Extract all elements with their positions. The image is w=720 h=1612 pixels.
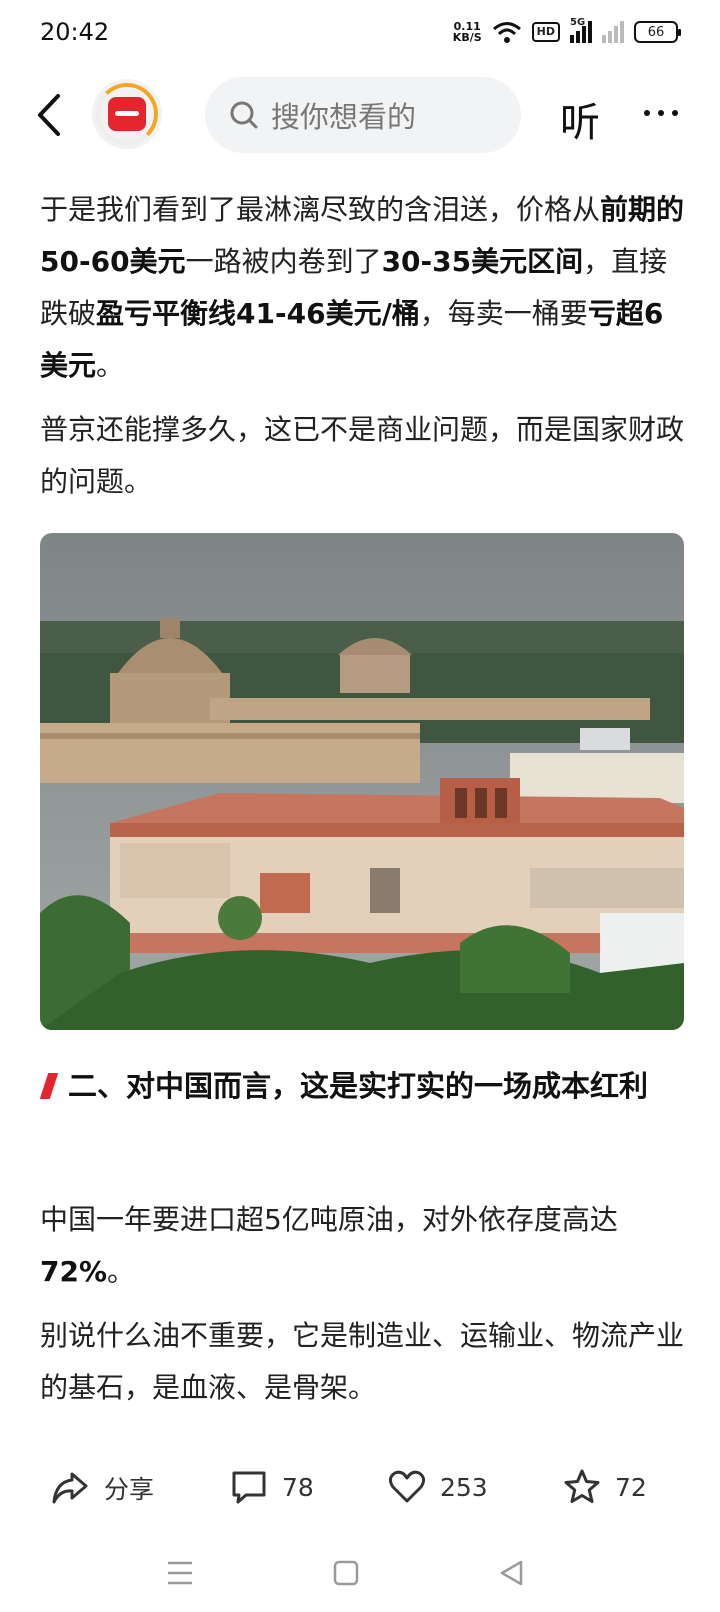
status-bar: 20:42 0.11 KB/S HD 5G 66: [0, 0, 720, 62]
section-heading-text: 二、对中国而言，这是实打实的一场成本红利: [68, 1069, 649, 1103]
heading-accent-mark: [39, 1073, 59, 1099]
like-button[interactable]: 253: [388, 1468, 488, 1506]
wifi-icon: [492, 22, 521, 43]
text-span: 中国一年要进口超5亿吨原油，对外依存度高达: [40, 1203, 618, 1236]
hd-icon: HD: [531, 22, 560, 42]
bold-span: 72%: [40, 1255, 108, 1288]
listen-button[interactable]: 听: [560, 90, 600, 148]
status-time: 20:42: [40, 18, 110, 46]
article-body-top: 于是我们看到了最淋漓尽致的含泪送，价格从前期的50-60美元一路被内卷到了30-…: [40, 184, 688, 520]
paragraph-putin: 普京还能撑多久，这已不是商业问题，而是国家财政的问题。: [40, 413, 685, 498]
paragraph-china-import: 中国一年要进口超5亿吨原油，对外依存度高达 72%。: [40, 1194, 688, 1298]
search-icon: [230, 101, 258, 129]
share-icon: [52, 1472, 88, 1504]
search-bar[interactable]: 搜你想看的: [205, 77, 521, 153]
section-heading: 二、对中国而言，这是实打实的一场成本红利: [39, 1060, 688, 1112]
menu-icon[interactable]: [166, 1558, 194, 1588]
more-button[interactable]: [644, 110, 678, 116]
favorite-count: 72: [615, 1472, 647, 1502]
paragraph-price: 于是我们看到了最淋漓尽致的含泪送，价格从前期的50-60美元一路被内卷到了30-…: [40, 184, 688, 392]
share-label: 分享: [104, 1475, 155, 1504]
network-speed-unit: KB/S: [452, 31, 482, 44]
system-navigation-bar: [0, 1548, 720, 1598]
network-speed: 0.11 KB/S: [453, 21, 482, 43]
text-span: 于是我们看到了最淋漓尽致的含泪送，价格从: [40, 193, 601, 226]
share-button[interactable]: 分享: [50, 1468, 154, 1508]
star-icon: [564, 1469, 600, 1503]
back-triangle-icon[interactable]: [497, 1558, 527, 1588]
article-body-bottom: 中国一年要进口超5亿吨原油，对外依存度高达 72%。 别说什么油不重要，它是制造业…: [40, 1194, 688, 1426]
comment-icon: [232, 1471, 266, 1504]
favorite-button[interactable]: 72: [563, 1468, 647, 1506]
app-logo-icon: [108, 97, 146, 131]
text-span: 。: [107, 1255, 136, 1288]
status-icons: 0.11 KB/S HD 5G 66: [453, 17, 681, 46]
top-navigation: 搜你想看的 听: [0, 72, 720, 158]
paragraph-oil-importance: 别说什么油不重要，它是制造业、运输业、物流产业的基石，是血液、是骨架。: [40, 1319, 685, 1404]
back-arrow-icon: [38, 94, 60, 136]
app-logo-avatar[interactable]: [92, 79, 162, 149]
comment-button[interactable]: 78: [230, 1468, 314, 1506]
heart-icon: [388, 1470, 426, 1503]
text-span: 一路被内卷到了: [185, 245, 382, 278]
text-span: ，每卖一桶要: [419, 297, 588, 330]
signal-secondary-icon: [602, 21, 624, 43]
network-type-label: 5G: [570, 17, 586, 28]
more-dot: [672, 110, 678, 116]
parliament-building-image: [40, 533, 684, 1030]
article-photo[interactable]: [40, 533, 684, 1030]
more-dot: [644, 110, 650, 116]
comment-count: 78: [282, 1472, 314, 1502]
battery-icon: 66: [634, 21, 681, 43]
bold-span: 30-35美元区间: [381, 245, 584, 278]
action-bar: 分享 78 253 72: [0, 1458, 720, 1528]
search-placeholder: 搜你想看的: [271, 100, 417, 134]
like-count: 253: [440, 1472, 488, 1502]
text-span: 。: [96, 349, 125, 382]
signal-5g-icon: 5G: [570, 17, 592, 43]
home-icon[interactable]: [331, 1558, 361, 1588]
bold-span: 盈亏平衡线41-46美元/桶: [96, 297, 420, 330]
back-button[interactable]: [28, 90, 72, 140]
more-dot: [658, 110, 664, 116]
